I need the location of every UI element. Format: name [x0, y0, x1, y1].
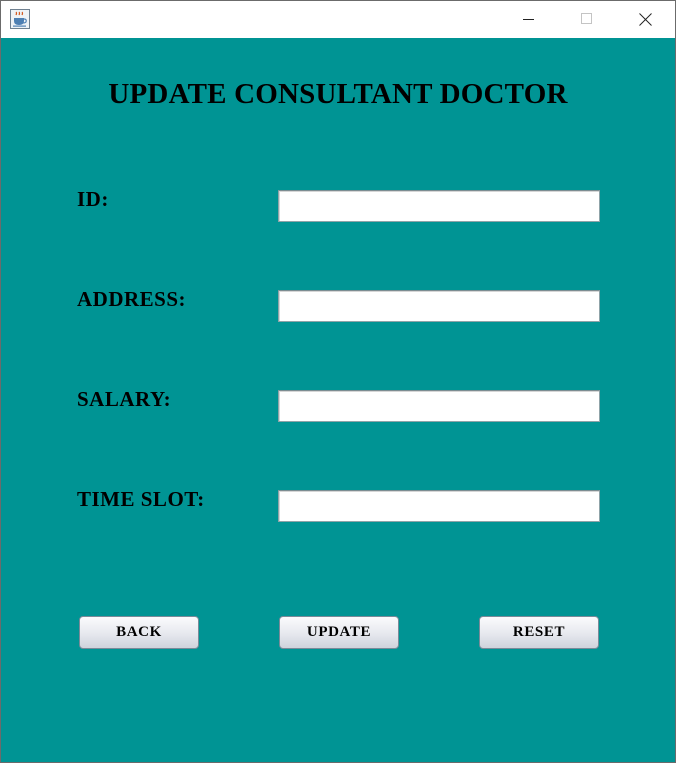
- page-title: UPDATE CONSULTANT DOCTOR: [108, 78, 568, 110]
- update-button[interactable]: UPDATE: [279, 616, 399, 649]
- salary-label: SALARY:: [77, 387, 172, 411]
- minimize-icon: [523, 19, 534, 20]
- close-icon: [639, 13, 652, 26]
- address-label: ADDRESS:: [77, 287, 187, 311]
- java-cup-icon[interactable]: [10, 9, 30, 29]
- form-panel: UPDATE CONSULTANT DOCTOR ID: ADDRESS: SA…: [1, 38, 675, 762]
- time-slot-label: TIME SLOT:: [77, 487, 205, 511]
- maximize-icon: [581, 13, 592, 24]
- time-slot-field[interactable]: [278, 490, 600, 522]
- maximize-button[interactable]: [558, 1, 616, 38]
- back-button[interactable]: BACK: [79, 616, 199, 649]
- reset-button[interactable]: RESET: [479, 616, 599, 649]
- title-bar: [1, 1, 675, 38]
- id-field[interactable]: [278, 190, 600, 222]
- minimize-button[interactable]: [500, 1, 558, 38]
- address-field[interactable]: [278, 290, 600, 322]
- salary-field[interactable]: [278, 390, 600, 422]
- app-window: UPDATE CONSULTANT DOCTOR ID: ADDRESS: SA…: [0, 0, 676, 763]
- close-button[interactable]: [616, 1, 674, 38]
- id-label: ID:: [77, 187, 109, 211]
